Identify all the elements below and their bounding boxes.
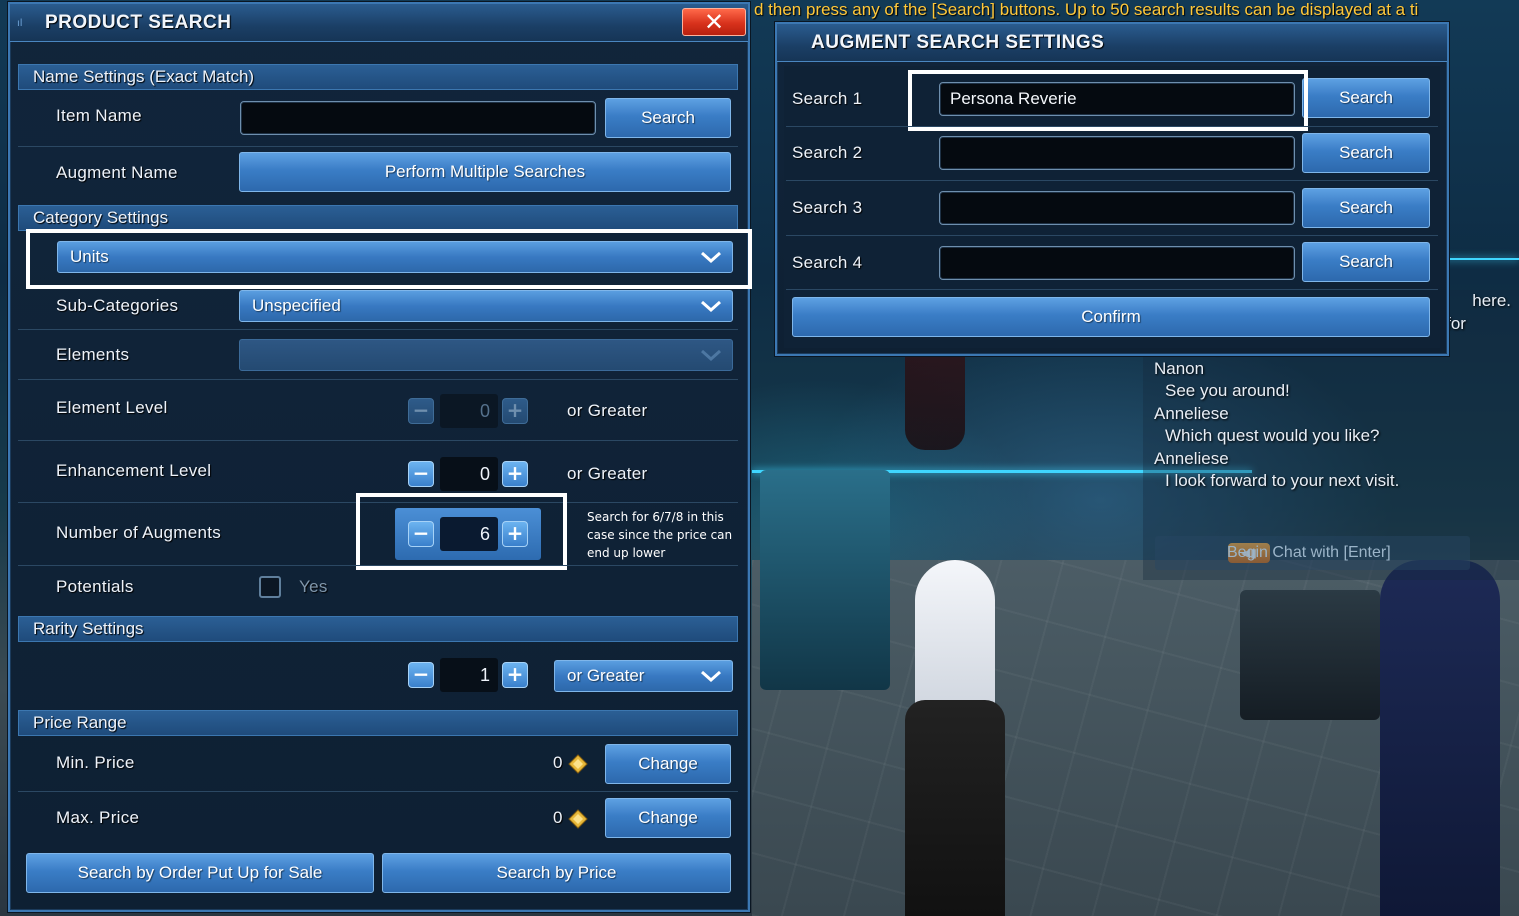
rarity-value[interactable]: 1 xyxy=(440,658,498,692)
row-divider xyxy=(18,379,738,380)
confirm-button[interactable]: Confirm xyxy=(792,297,1430,337)
chevron-down-icon xyxy=(701,300,721,313)
min-price-value: 0 xyxy=(553,753,563,772)
player-character xyxy=(905,700,1005,916)
window-title: PRODUCT SEARCH xyxy=(45,12,232,33)
search-by-order-button[interactable]: Search by Order Put Up for Sale xyxy=(26,853,374,893)
chat-message: Which quest would you like? xyxy=(1165,426,1380,445)
augment-search-3-button[interactable]: Search xyxy=(1302,188,1430,228)
element-level-plus-button[interactable]: + xyxy=(502,398,528,424)
element-level-minus-button[interactable]: − xyxy=(408,398,434,424)
augment-search-4-label: Search 4 xyxy=(792,253,863,272)
row-divider xyxy=(786,289,1438,290)
potentials-checkbox[interactable] xyxy=(259,576,281,598)
element-level-label: Element Level xyxy=(56,398,168,417)
min-price-label: Min. Price xyxy=(56,753,135,772)
max-price-change-button[interactable]: Change xyxy=(605,798,731,838)
augment-name-label: Augment Name xyxy=(56,163,178,182)
enhancement-level-suffix: or Greater xyxy=(567,464,648,483)
augment-search-2-button[interactable]: Search xyxy=(1302,133,1430,173)
rarity-minus-button[interactable]: − xyxy=(408,662,434,688)
potentials-option-label: Yes xyxy=(299,577,328,596)
highlight-box-category xyxy=(26,229,752,289)
section-name-settings: Name Settings (Exact Match) xyxy=(18,64,738,90)
item-name-label: Item Name xyxy=(56,106,142,125)
row-divider xyxy=(786,235,1438,236)
annotation-note: Search for 6/7/8 in this case since the … xyxy=(587,510,733,560)
highlight-box-search-1 xyxy=(908,70,1308,131)
augment-window-title: AUGMENT SEARCH SETTINGS xyxy=(811,32,1105,53)
section-rarity-settings: Rarity Settings xyxy=(18,616,738,642)
close-button[interactable]: ✕ xyxy=(682,8,746,36)
row-divider xyxy=(18,565,738,566)
min-price-change-button[interactable]: Change xyxy=(605,744,731,784)
system-message-marquee: d then press any of the [Search] buttons… xyxy=(754,0,1419,19)
chat-message: I look forward to your next visit. xyxy=(1165,471,1400,490)
augment-search-2-label: Search 2 xyxy=(792,143,863,162)
section-price-range: Price Range xyxy=(18,710,738,736)
chat-input[interactable]: Begin Chat with [Enter] xyxy=(1155,536,1470,570)
elements-label: Elements xyxy=(56,345,130,364)
rarity-mode-value: or Greater xyxy=(567,666,645,685)
augment-search-2-input[interactable] xyxy=(939,136,1295,170)
subcategories-dropdown[interactable]: Unspecified xyxy=(239,290,733,322)
scene-terminal xyxy=(1240,590,1380,720)
enhancement-level-value[interactable]: 0 xyxy=(440,457,498,491)
potentials-label: Potentials xyxy=(56,577,134,596)
subcategories-dropdown-value: Unspecified xyxy=(252,296,341,315)
max-price-value: 0 xyxy=(553,808,563,827)
chat-speaker-name: Nanon xyxy=(1154,358,1205,378)
augment-search-titlebar: AUGMENT SEARCH SETTINGS xyxy=(777,24,1447,62)
row-divider xyxy=(18,146,738,147)
enhancement-level-label: Enhancement Level xyxy=(56,461,212,480)
chat-speaker-name: Anneliese xyxy=(1154,448,1229,468)
number-of-augments-label: Number of Augments xyxy=(56,523,222,542)
enhancement-level-minus-button[interactable]: − xyxy=(408,461,434,487)
row-divider xyxy=(18,329,738,330)
elements-dropdown[interactable] xyxy=(239,339,733,371)
max-price-label: Max. Price xyxy=(56,808,140,827)
element-level-suffix: or Greater xyxy=(567,401,648,420)
chat-message: See you around! xyxy=(1165,381,1290,400)
chevron-down-icon xyxy=(701,349,721,362)
window-signal-icon: ıl xyxy=(17,18,23,29)
row-divider xyxy=(786,126,1438,127)
npc-character xyxy=(1380,560,1500,916)
section-category-settings: Category Settings xyxy=(18,205,738,231)
search-by-price-button[interactable]: Search by Price xyxy=(382,853,731,893)
perform-multiple-searches-button[interactable]: Perform Multiple Searches xyxy=(239,152,731,192)
subcategories-label: Sub-Categories xyxy=(56,296,179,315)
augment-search-4-button[interactable]: Search xyxy=(1302,242,1430,282)
meseta-coin-icon xyxy=(568,754,588,774)
rarity-mode-dropdown[interactable]: or Greater xyxy=(554,660,733,692)
item-name-search-button[interactable]: Search xyxy=(605,98,731,138)
enhancement-level-plus-button[interactable]: + xyxy=(502,461,528,487)
row-divider xyxy=(786,180,1438,181)
chevron-down-icon xyxy=(701,670,721,683)
highlight-box-augments xyxy=(356,493,567,570)
augment-search-3-input[interactable] xyxy=(939,191,1295,225)
chat-speaker-name: Anneliese xyxy=(1154,403,1229,423)
augment-search-1-button[interactable]: Search xyxy=(1302,78,1430,118)
augment-search-1-label: Search 1 xyxy=(792,89,863,108)
row-divider xyxy=(18,791,738,792)
meseta-coin-icon xyxy=(568,809,588,829)
element-level-value[interactable]: 0 xyxy=(440,394,498,428)
product-search-titlebar: ıl PRODUCT SEARCH ✕ xyxy=(10,4,748,42)
item-name-input[interactable] xyxy=(240,101,596,135)
augment-search-4-input[interactable] xyxy=(939,246,1295,280)
row-divider xyxy=(18,440,738,441)
scene-kiosk xyxy=(760,470,890,690)
rarity-plus-button[interactable]: + xyxy=(502,662,528,688)
augment-search-3-label: Search 3 xyxy=(792,198,863,217)
